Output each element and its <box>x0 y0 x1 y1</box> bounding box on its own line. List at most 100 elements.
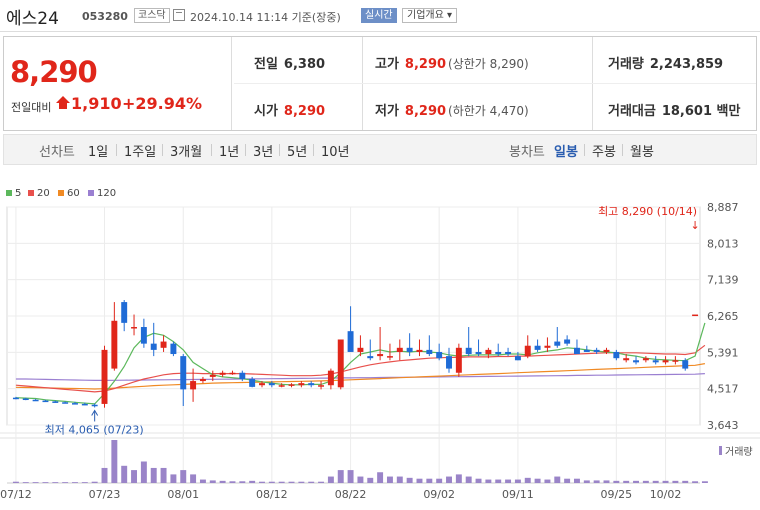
candle-body <box>12 397 19 400</box>
volume-bar <box>357 476 364 483</box>
candle-body <box>357 347 364 352</box>
candle-body <box>426 349 433 355</box>
y-tick-label: 8,887 <box>707 201 739 214</box>
volume-bar <box>150 467 157 483</box>
volume-bar <box>101 467 108 483</box>
min-price-label: 최저 4,065 (07/23) <box>45 423 144 436</box>
volume-bar <box>652 480 659 483</box>
x-tick-label: 08/01 <box>167 488 199 501</box>
y-tick-label: 3,643 <box>707 419 739 432</box>
volume-bar <box>298 481 305 483</box>
volume-bar <box>72 482 78 483</box>
candle-body <box>564 339 571 344</box>
x-tick-label: 08/12 <box>256 488 288 501</box>
candle-body <box>534 345 541 350</box>
volume-bar <box>81 482 88 483</box>
candle-body <box>288 384 295 386</box>
volume-bar <box>465 476 472 483</box>
candle-body <box>337 339 344 388</box>
volume-bar <box>692 481 699 483</box>
volume-bar <box>485 479 492 483</box>
volume-bar <box>160 467 167 483</box>
candle-body <box>347 331 354 352</box>
volume-label: 거래량 <box>725 446 753 458</box>
volume-bar <box>111 440 118 483</box>
candle-body <box>642 358 649 361</box>
volume-bar <box>121 465 128 483</box>
candle-body <box>52 401 59 403</box>
volume-bar <box>573 478 580 483</box>
candle-body <box>485 349 492 355</box>
candle-body <box>62 402 69 404</box>
volume-bar <box>288 481 295 483</box>
volume-bar <box>239 481 246 483</box>
volume-bar <box>268 481 275 483</box>
y-tick-label: 7,139 <box>707 274 739 287</box>
volume-bar <box>386 476 393 483</box>
volume-bar <box>613 480 620 483</box>
candle-body <box>623 358 630 361</box>
volume-bar <box>347 470 354 483</box>
candle-body <box>377 354 384 357</box>
volume-bar <box>455 474 462 483</box>
volume-bar <box>426 478 433 483</box>
volume-bar <box>367 477 374 483</box>
volume-bar <box>42 482 49 483</box>
candle-body <box>495 351 502 355</box>
volume-bar <box>514 479 521 483</box>
volume-bar <box>140 461 147 483</box>
volume-bar <box>190 474 197 483</box>
max-arrow-icon: ↓ <box>690 219 699 232</box>
candle-body <box>101 349 108 404</box>
volume-bar <box>554 476 561 483</box>
candle-body <box>199 378 206 382</box>
volume-bar <box>229 481 236 483</box>
candle-body <box>209 374 216 377</box>
candle-body <box>514 356 521 361</box>
candle-body <box>190 381 197 390</box>
y-tick-label: 8,013 <box>707 237 739 250</box>
volume-bar <box>278 481 285 483</box>
volume-bar <box>446 476 452 483</box>
candle-body <box>396 347 403 352</box>
candle-body <box>121 302 128 323</box>
candle-body <box>327 370 334 386</box>
price-chart[interactable]: 8,887 8,013 7,139 6,265 5,391 4,517 3,643 07/12… <box>0 0 760 510</box>
volume-bar <box>22 482 29 483</box>
candle-body <box>436 351 443 359</box>
volume-bar <box>475 478 482 483</box>
candle-body <box>298 383 305 386</box>
volume-bar <box>62 482 69 483</box>
volume-bar <box>91 481 98 483</box>
candle-body <box>633 360 639 363</box>
candle-body <box>219 372 226 375</box>
volume-bar <box>249 480 256 483</box>
candle-body <box>170 343 177 355</box>
candle-body <box>81 403 88 406</box>
volume-bar <box>52 482 59 483</box>
candle-body <box>682 360 689 369</box>
x-tick-label: 09/25 <box>600 488 632 501</box>
volume-bar <box>633 480 639 483</box>
volume-bar <box>219 480 226 483</box>
volume-bar <box>682 480 689 483</box>
candle-body <box>672 360 679 362</box>
candle-body <box>268 383 275 386</box>
candle-body <box>180 356 187 390</box>
candle-body <box>140 327 147 344</box>
volume-bar <box>327 476 334 483</box>
volume-bar <box>623 480 630 483</box>
y-tick-label: 6,265 <box>707 310 739 323</box>
volume-bar <box>259 481 265 483</box>
candle-body <box>239 372 246 379</box>
candle-body <box>692 314 699 317</box>
volume-bar <box>199 479 206 483</box>
volume-bar <box>12 481 19 483</box>
candle-body <box>593 349 600 352</box>
volume-bar <box>406 477 413 483</box>
volume-bar <box>337 470 344 483</box>
volume-bar <box>396 476 403 483</box>
y-tick-label: 5,391 <box>707 346 739 359</box>
volume-bar <box>564 478 571 483</box>
candle-body <box>652 360 659 363</box>
